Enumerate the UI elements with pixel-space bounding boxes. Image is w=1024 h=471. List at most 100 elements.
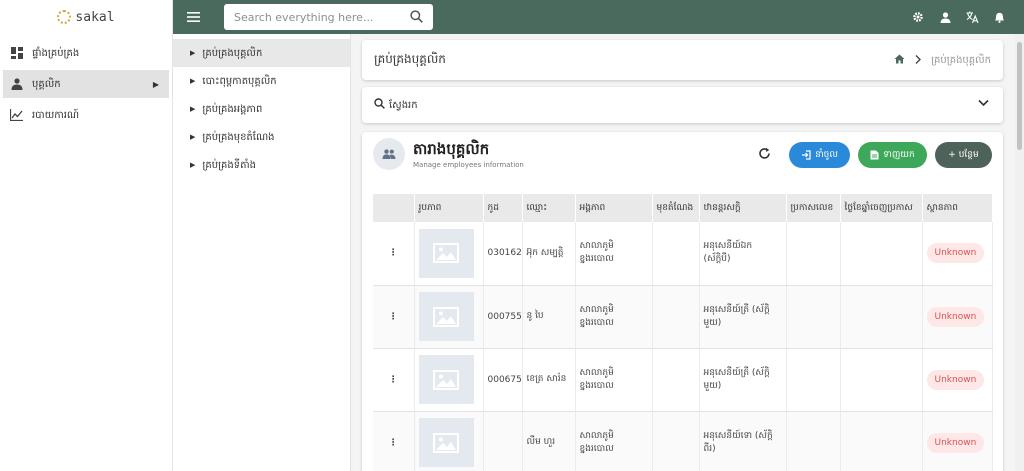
chevron-right-icon — [915, 54, 922, 67]
submenu-item-label: បោះពុម្ពកាតបុគ្គលិក — [202, 75, 277, 87]
global-search — [224, 4, 433, 30]
user-icon[interactable] — [938, 10, 952, 24]
caret-right-icon: ▶ — [190, 49, 196, 57]
sakal-logo-icon — [57, 10, 72, 24]
scrollbar-thumb[interactable] — [1017, 42, 1022, 150]
name-cell: ខេត្រ សារ៉ន — [522, 348, 576, 412]
row-actions-menu[interactable]: ⋮ — [373, 348, 415, 412]
employee-list-panel: តារាងបុគ្គលិក Manage employees informati… — [362, 132, 1003, 471]
row-actions-menu[interactable]: ⋮ — [373, 411, 415, 471]
rank-cell: អនុសេនីយ៍ត្រី (ស័ក្តិមួយ) — [699, 285, 787, 349]
submenu-item-manage-units[interactable]: ▶ គ្រប់គ្រងអង្គភាព — [173, 95, 350, 123]
submenu-item-manage-positions[interactable]: ▶ គ្រប់គ្រងមុខតំណែង — [173, 123, 350, 151]
decree-cell — [786, 348, 841, 412]
column-header[interactable]: ប្រកាសលេខ — [786, 194, 841, 222]
sidebar-item-dashboard[interactable]: ផ្ទាំងគ្រប់គ្រង — [3, 39, 169, 67]
column-header[interactable]: អង្គភាព — [575, 194, 653, 222]
home-icon[interactable] — [894, 54, 905, 67]
status-badge: Unknown — [926, 432, 985, 453]
search-filter-panel[interactable]: ស្វែងរក — [362, 87, 1003, 123]
chart-icon — [10, 109, 23, 122]
list-subtitle: Manage employees information — [413, 161, 524, 169]
image-placeholder-icon — [418, 292, 474, 341]
document-icon — [870, 150, 879, 160]
refresh-icon[interactable] — [758, 147, 771, 163]
submenu: ▶ គ្រប់គ្រងបុគ្គលិក ▶ បោះពុម្ពកាតបុគ្គលិ… — [173, 34, 351, 471]
status-badge: Unknown — [926, 306, 985, 327]
submenu-item-label: គ្រប់គ្រងមុខតំណែង — [202, 131, 275, 143]
row-actions-menu[interactable]: ⋮ — [373, 222, 415, 286]
photo-cell — [414, 348, 484, 412]
search-icon[interactable] — [410, 10, 423, 26]
list-title: តារាងបុគ្គលិក — [413, 140, 490, 158]
sidebar-item-label: របាយការណ៍ — [32, 109, 80, 121]
search-input[interactable] — [234, 10, 399, 24]
caret-right-icon: ▶ — [152, 79, 159, 89]
position-cell — [652, 411, 700, 471]
column-header[interactable]: មុខតំណែង — [652, 194, 700, 222]
decree-cell — [786, 411, 841, 471]
name-cell: នូ បៃ — [522, 285, 576, 349]
image-placeholder-icon — [418, 228, 474, 278]
position-cell — [652, 348, 700, 412]
submenu-item-manage-employees[interactable]: ▶ គ្រប់គ្រងបុគ្គលិក — [173, 39, 350, 67]
submenu-item-label: គ្រប់គ្រងទីតាំង — [202, 159, 256, 171]
sidebar-item-employees[interactable]: បុគ្គលិក ▶ — [3, 70, 169, 98]
sidebar-item-reports[interactable]: របាយការណ៍ — [3, 101, 169, 129]
table-row[interactable]: ⋮ លឹម ហួរ សាលាភូមិខ្នងរបោល អនុសេនីយ៍ទោ (… — [373, 411, 993, 471]
code-cell — [483, 411, 523, 471]
photo-cell — [414, 411, 484, 471]
row-actions-menu[interactable]: ⋮ — [373, 285, 415, 349]
submenu-item-label: គ្រប់គ្រងបុគ្គលិក — [202, 47, 263, 59]
unit-cell: សាលាភូមិខ្នងរបោល — [575, 285, 653, 349]
bell-icon[interactable] — [992, 10, 1006, 24]
export-button[interactable]: ទាញយក — [858, 142, 927, 168]
page-title: គ្រប់គ្រងបុគ្គលិក — [374, 52, 446, 66]
menu-button[interactable] — [173, 0, 213, 34]
rank-cell: អនុសេនីយ៍ឯក (ស័ក្តិបី) — [699, 222, 787, 286]
gear-icon[interactable] — [911, 10, 925, 24]
code-cell: 000675 — [483, 348, 523, 412]
logo[interactable]: sakal — [0, 0, 172, 34]
sidebar-item-label: ផ្ទាំងគ្រប់គ្រង — [32, 47, 80, 59]
status-cell: Unknown — [922, 285, 993, 349]
name-cell: អ៊ុក សម្បត្តិ — [522, 222, 576, 286]
rank-cell: អនុសេនីយ៍ត្រី (ស័ក្តិមួយ) — [699, 348, 787, 412]
chevron-down-icon[interactable] — [978, 97, 989, 110]
date-cell — [840, 348, 923, 412]
submenu-item-print-cards[interactable]: ▶ បោះពុម្ពកាតបុគ្គលិក — [173, 67, 350, 95]
column-header[interactable]: ឋានន្តរសក្តិ — [699, 194, 787, 222]
caret-right-icon: ▶ — [190, 161, 196, 169]
translate-icon[interactable] — [965, 10, 979, 24]
column-header[interactable]: ស្ថានភាព — [922, 194, 993, 222]
column-header[interactable]: ថ្ងៃខែឆ្នាំចេញប្រកាស — [840, 194, 923, 222]
table-row[interactable]: ⋮ 000675 ខេត្រ សារ៉ន សាលាភូមិខ្នងរបោល អន… — [373, 348, 993, 412]
status-cell: Unknown — [922, 411, 993, 471]
image-placeholder-icon — [418, 355, 474, 404]
add-employee-button[interactable]: + បន្ថែម — [935, 142, 992, 168]
page-scrollbar[interactable] — [1015, 34, 1024, 471]
employee-table: រូបភាព កូដ ឈ្មោះ អង្គភាព មុខតំណែង ឋានន្ត… — [373, 194, 993, 471]
hamburger-icon — [186, 12, 200, 22]
caret-right-icon: ▶ — [190, 77, 196, 85]
top-bar — [173, 0, 1024, 34]
logo-text: sakal — [75, 9, 115, 25]
status-cell: Unknown — [922, 348, 993, 412]
column-header[interactable]: កូដ — [483, 194, 523, 222]
caret-right-icon: ▶ — [190, 105, 196, 113]
page-header: គ្រប់គ្រងបុគ្គលិក គ្រប់គ្រងបុគ្គលិក — [362, 40, 1003, 80]
position-cell — [652, 222, 700, 286]
submenu-item-manage-locations[interactable]: ▶ គ្រប់គ្រងទីតាំង — [173, 151, 350, 179]
column-header[interactable]: ឈ្មោះ — [522, 194, 576, 222]
unit-cell: សាលាភូមិខ្នងរបោល — [575, 222, 653, 286]
dashboard-icon — [10, 47, 23, 60]
import-button[interactable]: នាំចូល — [789, 142, 850, 168]
image-placeholder-icon — [418, 418, 474, 467]
column-header[interactable]: រូបភាព — [414, 194, 484, 222]
table-row[interactable]: ⋮ 030162 អ៊ុក សម្បត្តិ សាលាភូមិខ្នងរបោល … — [373, 222, 993, 286]
breadcrumb-current: គ្រប់គ្រងបុគ្គលិក — [931, 55, 991, 66]
unit-cell: សាលាភូមិខ្នងរបោល — [575, 348, 653, 412]
table-row[interactable]: ⋮ 000755 នូ បៃ សាលាភូមិខ្នងរបោល អនុសេនីយ… — [373, 285, 993, 349]
caret-right-icon: ▶ — [190, 133, 196, 141]
status-badge: Unknown — [926, 243, 985, 264]
